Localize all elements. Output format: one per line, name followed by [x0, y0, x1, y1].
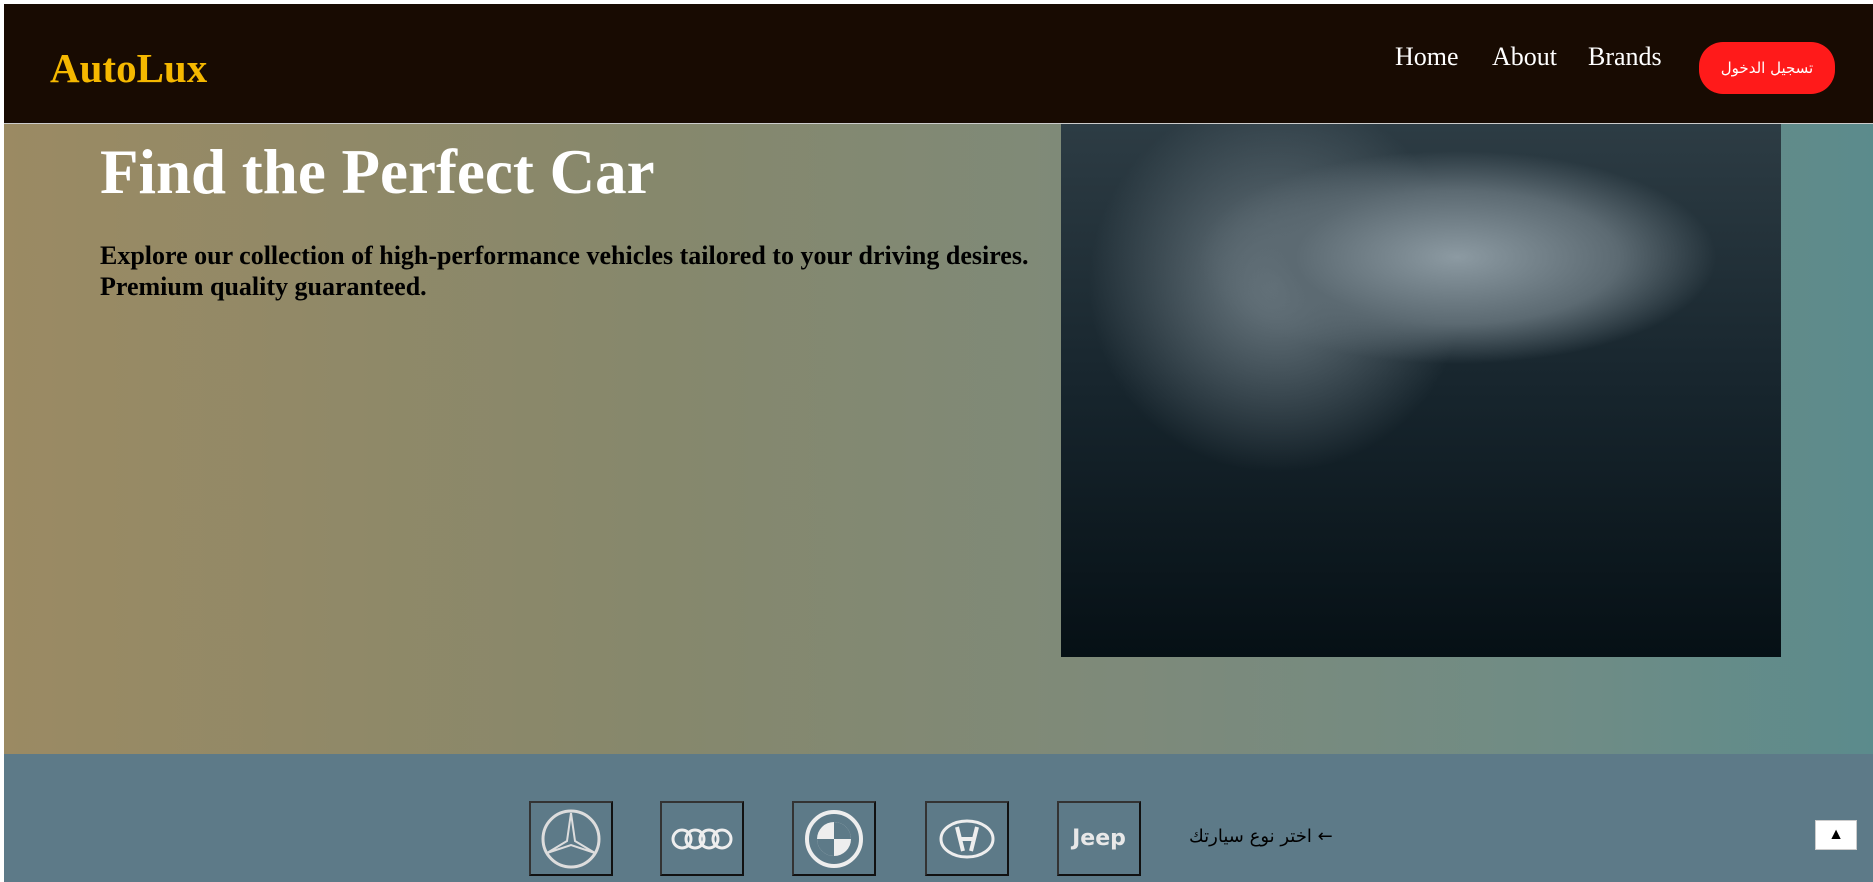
- site-header: AutoLux Home About Brands تسجيل الدخول: [4, 4, 1873, 124]
- logo[interactable]: AutoLux: [50, 44, 207, 92]
- bmw-logo-icon: [805, 809, 863, 868]
- hero-section: Find the Perfect Car Explore our collect…: [4, 124, 1873, 754]
- login-button[interactable]: تسجيل الدخول: [1699, 42, 1835, 94]
- car-image: [1061, 124, 1781, 657]
- hero-description: Explore our collection of high-performan…: [100, 241, 1029, 301]
- brand-hyundai[interactable]: [925, 801, 1009, 876]
- audi-logo-icon: [671, 828, 733, 849]
- brand-jeep[interactable]: Jeep: [1057, 801, 1141, 876]
- mercedes-logo-icon: [541, 809, 601, 868]
- hero-title: Find the Perfect Car: [100, 137, 655, 207]
- hyundai-logo-icon: [939, 819, 995, 858]
- brand-audi[interactable]: [660, 801, 744, 876]
- brand-mercedes[interactable]: [529, 801, 613, 876]
- nav-about[interactable]: About: [1492, 42, 1557, 72]
- jeep-logo-icon: Jeep: [1072, 826, 1126, 851]
- brand-bmw[interactable]: [792, 801, 876, 876]
- brands-bar: Jeep اختر نوع سيارتك ← ▲: [4, 754, 1873, 882]
- nav-brands[interactable]: Brands: [1588, 42, 1662, 72]
- choose-car-label: اختر نوع سيارتك ←: [1189, 826, 1333, 847]
- scroll-top-button[interactable]: ▲: [1815, 820, 1857, 850]
- nav-home[interactable]: Home: [1395, 42, 1459, 72]
